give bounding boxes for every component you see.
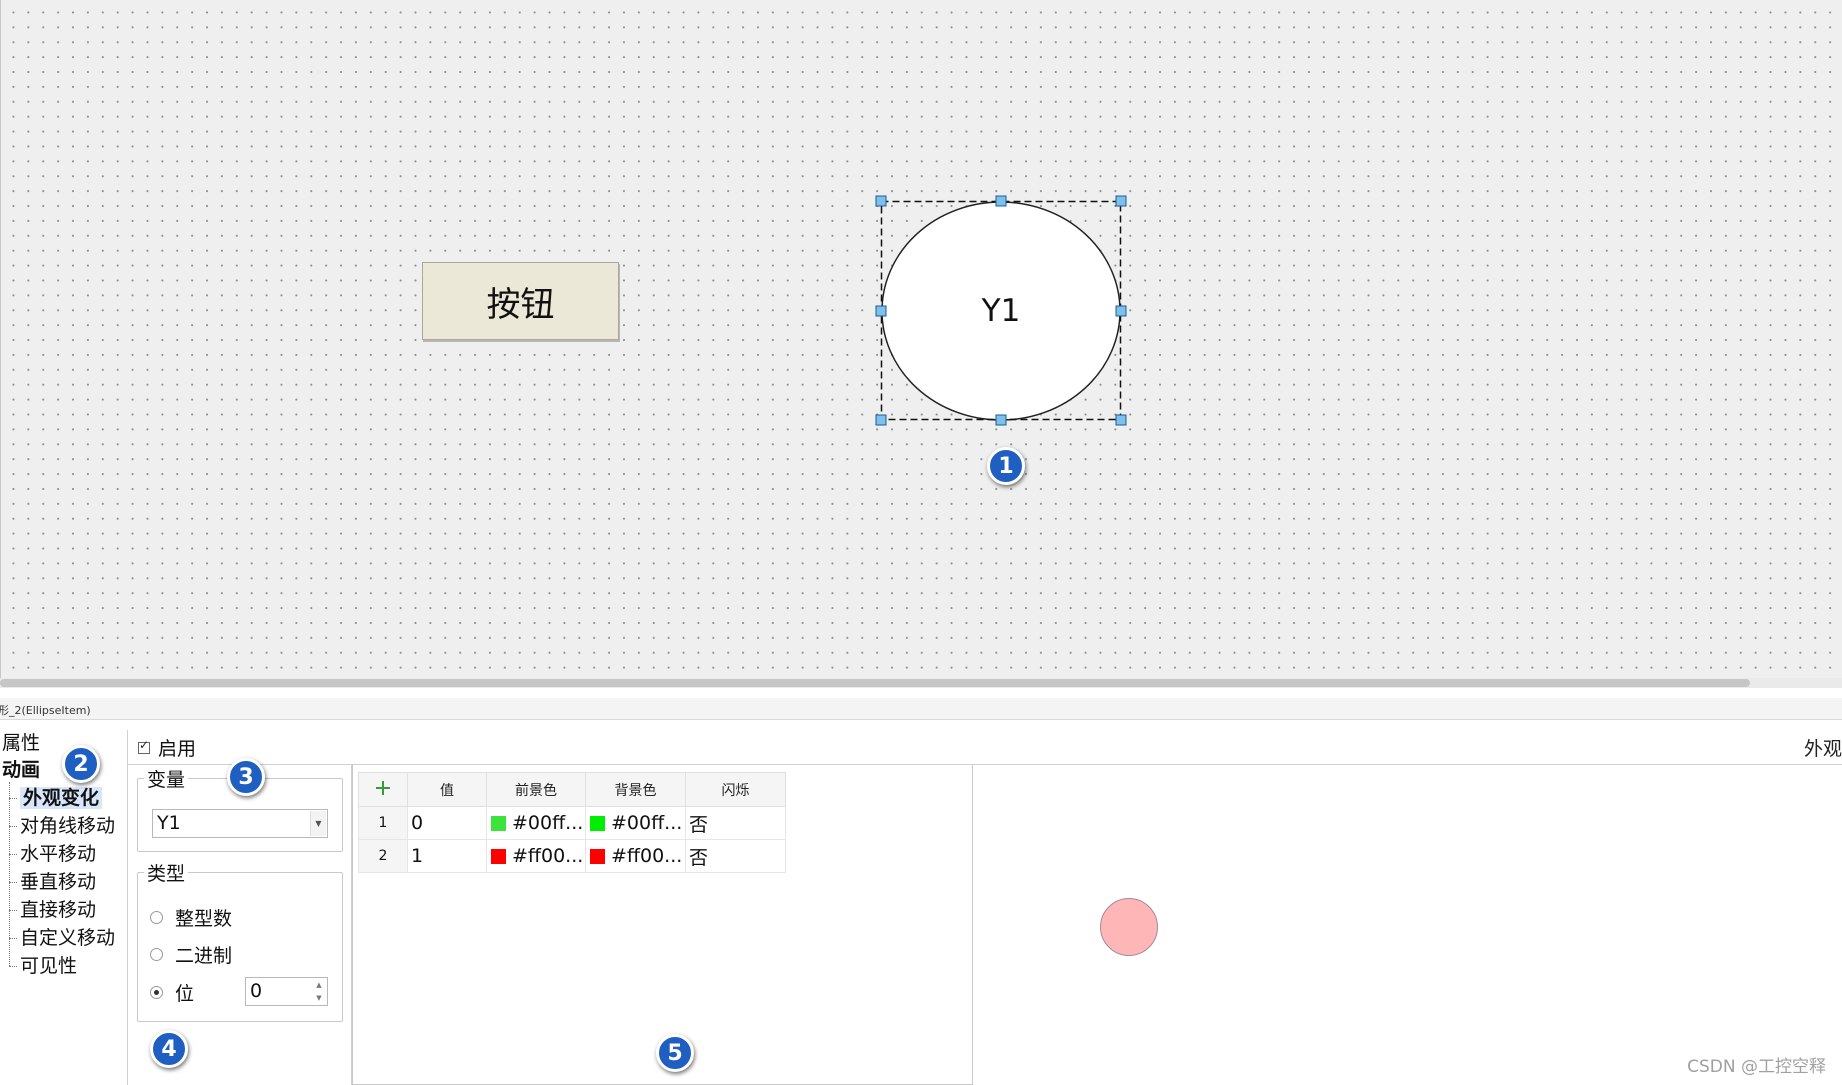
type-groupbox: 类型 整型数 二进制 位 0 ▲ ▼ [137,859,343,1022]
spin-down-icon[interactable]: ▼ [312,992,326,1004]
radio-circle[interactable] [150,986,163,999]
preview-ellipse [1100,898,1158,956]
horizontal-scrollbar[interactable] [0,678,1842,688]
color-swatch [590,816,605,831]
variable-select[interactable]: Y1 ▼ [152,809,328,838]
enable-label: 启用 [158,738,197,760]
variable-select-value: Y1 [157,812,181,834]
tree-item-label: 外观变化 [20,787,103,809]
tree-item-label: 可见性 [20,955,78,977]
tree-item-label: 直接移动 [20,899,97,921]
row-number: 2 [358,839,408,873]
chevron-down-icon[interactable]: ▼ [310,811,326,836]
color-swatch [590,849,605,864]
radio-label: 整型数 [175,908,233,930]
color-text: #00ff... [512,812,584,834]
tree-item-visibility[interactable]: 可见性 [0,952,127,980]
appearance-table: 值 前景色 背景色 闪烁 1 0 #00ff... #00ff... 否 2 1 [358,772,786,873]
radio-bit[interactable]: 位 [150,979,194,1006]
canvas-button-widget[interactable]: 按钮 [422,262,619,340]
tree-item-label: 自定义移动 [20,927,116,949]
checkbox-box[interactable] [138,738,150,754]
tree-item-label: 垂直移动 [20,871,97,893]
preview-area [974,765,1842,1085]
callout-badge-3: 3 [227,758,265,796]
enable-checkbox[interactable]: 启用 [138,734,196,761]
tree-item-appearance-change[interactable]: 外观变化 [0,784,127,812]
radio-label: 位 [175,983,195,1005]
foreground-cell[interactable]: #00ff... [486,806,586,840]
radio-integer[interactable]: 整型数 [150,904,232,931]
value-cell[interactable]: 1 [407,839,487,873]
variable-group-title: 变量 [144,765,189,792]
bit-index-spinbox[interactable]: 0 ▲ ▼ [245,977,328,1006]
callout-badge-1: 1 [987,447,1025,485]
ellipse-text: Y1 [981,293,1021,329]
column-header-value[interactable]: 值 [407,772,487,807]
selected-ellipse-item[interactable]: Y1 [875,195,1127,426]
tree-item-horizontal-move[interactable]: 水平移动 [0,840,127,868]
row-number: 1 [358,806,408,840]
add-row-button[interactable] [358,772,408,807]
color-text: #00ff... [611,812,683,834]
radio-binary[interactable]: 二进制 [150,941,232,968]
background-cell[interactable]: #00ff... [585,806,686,840]
color-swatch [491,849,506,864]
callout-badge-4: 4 [150,1030,188,1068]
design-canvas[interactable]: 按钮 Y1 1 [0,0,1842,678]
column-header-background[interactable]: 背景色 [585,772,686,807]
table-row[interactable]: 2 1 #ff00... #ff00... 否 [358,839,786,873]
properties-title: 图形_2(EllipseItem) [0,704,91,717]
properties-panel: 属性 动画 外观变化 对角线移动 水平移动 垂直移动 直接移动 自定义移动 可见… [0,720,1842,1085]
tree-item-label: 水平移动 [20,843,97,865]
value-cell[interactable]: 0 [407,806,487,840]
background-cell[interactable]: #ff00... [585,839,686,873]
tree-item-properties[interactable]: 属性 [0,730,127,757]
column-header-blink[interactable]: 闪烁 [685,772,786,807]
foreground-cell[interactable]: #ff00... [486,839,586,873]
radio-circle[interactable] [150,911,163,924]
tree-item-diagonal-move[interactable]: 对角线移动 [0,812,127,840]
blink-cell[interactable]: 否 [685,806,786,840]
properties-title-bar: 图形_2(EllipseItem) [0,698,1842,720]
color-text: #ff00... [611,845,683,867]
callout-badge-5: 5 [656,1034,694,1072]
callout-badge-2: 2 [62,745,100,783]
radio-circle[interactable] [150,948,163,961]
tree-item-label: 对角线移动 [20,815,116,837]
type-group-title: 类型 [144,859,189,886]
tree-item-custom-move[interactable]: 自定义移动 [0,924,127,952]
animation-tree: 属性 动画 外观变化 对角线移动 水平移动 垂直移动 直接移动 自定义移动 可见… [0,730,128,1085]
color-text: #ff00... [512,845,584,867]
blink-cell[interactable]: 否 [685,839,786,873]
radio-label: 二进制 [175,945,233,967]
color-swatch [491,816,506,831]
column-header-foreground[interactable]: 前景色 [486,772,586,807]
plus-icon [376,780,390,795]
appearance-header-clipped: 外观 [1803,738,1842,760]
tree-item-vertical-move[interactable]: 垂直移动 [0,868,127,896]
watermark: CSDN @工控空释 [1687,1057,1826,1077]
bit-index-value: 0 [250,980,263,1002]
tree-item-direct-move[interactable]: 直接移动 [0,896,127,924]
scrollbar-thumb[interactable] [0,679,1750,687]
table-row[interactable]: 1 0 #00ff... #00ff... 否 [358,806,786,840]
